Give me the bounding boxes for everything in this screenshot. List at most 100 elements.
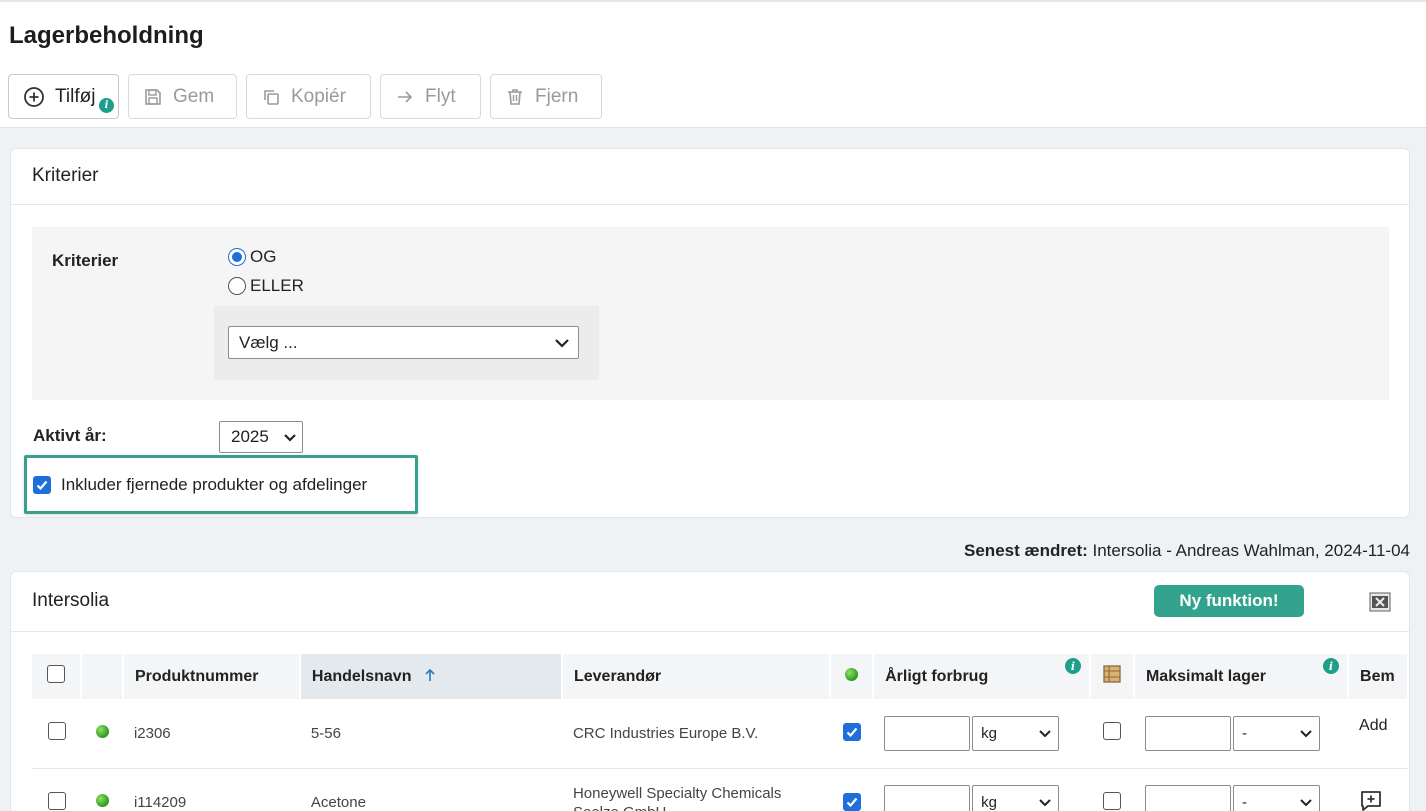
storage-checkbox[interactable]: [1102, 791, 1121, 810]
criteria-select-value: Vælg ...: [239, 332, 298, 352]
active-year-value: 2025: [231, 427, 269, 446]
move-button[interactable]: Flyt: [380, 74, 481, 119]
remarks-header[interactable]: Bem: [1348, 654, 1409, 699]
annual-usage-input[interactable]: [884, 785, 971, 811]
info-icon: i: [99, 98, 114, 113]
include-removed-option[interactable]: Inkluder fjernede produkter og afdelinge…: [24, 455, 418, 514]
copy-icon: [264, 89, 279, 105]
check-icon: [846, 728, 858, 738]
storage-checkbox[interactable]: [1102, 722, 1121, 741]
status-dot-icon: [95, 794, 109, 807]
add-comment-icon[interactable]: [1359, 789, 1383, 811]
max-stock-unit-select[interactable]: -: [1232, 715, 1320, 751]
remove-button[interactable]: Fjern: [490, 74, 602, 119]
remarks-cell[interactable]: Add: [1348, 699, 1408, 769]
criteria-card-title: Kriterier: [11, 149, 1409, 205]
supplier-cell: CRC Industries Europe B.V.: [561, 699, 831, 769]
max-stock-cell: -: [1133, 699, 1349, 769]
remove-button-label: Fjern: [535, 85, 579, 107]
product-number-header[interactable]: Produktnummer: [122, 654, 301, 699]
active-checkbox[interactable]: [842, 723, 861, 742]
max-stock-unit-select[interactable]: -: [1232, 785, 1320, 811]
chevron-down-icon: [555, 338, 569, 348]
status-header: [81, 654, 124, 699]
max-stock-input[interactable]: [1144, 715, 1231, 751]
annual-usage-header[interactable]: Årligt forbrug i: [873, 654, 1091, 699]
copy-button-label: Kopiér: [291, 85, 346, 107]
criteria-label: Kriterier: [52, 251, 119, 270]
active-year-label: Aktivt år:: [33, 426, 107, 445]
trade-name-header-label: Handelsnavn: [311, 667, 412, 685]
row-select-cell: [32, 699, 82, 769]
table-row[interactable]: i2306 5-56 CRC Industries Europe B.V. kg…: [32, 699, 1408, 769]
plus-circle-icon: [24, 86, 44, 107]
criteria-select-panel: Vælg ...: [214, 306, 599, 380]
check-icon: [36, 480, 48, 490]
chevron-down-icon: [1300, 799, 1312, 807]
table-row[interactable]: i114209 Acetone Honeywell Specialty Chem…: [32, 768, 1408, 811]
row-checkbox[interactable]: [47, 722, 66, 741]
include-removed-label: Inkluder fjernede produkter og afdelinge…: [61, 474, 368, 494]
trade-name-cell[interactable]: Acetone: [299, 768, 562, 811]
active-checkbox[interactable]: [842, 792, 861, 811]
trade-name-header[interactable]: Handelsnavn: [299, 654, 563, 699]
chevron-down-icon: [284, 433, 296, 442]
status-cell: [81, 699, 123, 769]
chevron-down-icon: [1300, 730, 1312, 738]
annual-usage-cell: kg: [873, 768, 1090, 811]
max-stock-cell: -: [1133, 768, 1349, 811]
radio-and-control[interactable]: [228, 248, 246, 266]
max-stock-header[interactable]: Maksimalt lager i: [1133, 654, 1350, 699]
inventory-table: Produktnummer Handelsnavn Leverandør Årl…: [32, 654, 1409, 811]
radio-and[interactable]: OG: [228, 247, 276, 267]
top-bar: Lagerbeholdning Tilføj i Gem Kopiér Flyt…: [0, 0, 1426, 128]
status-dot-icon: [95, 724, 109, 738]
annual-usage-input[interactable]: [884, 715, 971, 751]
supplier-header[interactable]: Leverandør: [561, 654, 832, 699]
supplier-cell: Honeywell Specialty ChemicalsSeelze GmbH: [561, 768, 831, 811]
new-feature-button[interactable]: Ny funktion!: [1154, 585, 1304, 617]
active-cell: [830, 768, 874, 811]
status-cell: [81, 768, 123, 811]
radio-or-control[interactable]: [228, 277, 246, 295]
max-stock-header-label: Maksimalt lager: [1145, 667, 1267, 685]
unit-value: -: [1241, 724, 1247, 742]
add-button-label: Tilføj: [55, 85, 96, 107]
storage-box-icon: [1103, 665, 1121, 683]
unit-value: kg: [981, 724, 997, 742]
sort-ascending-icon: [425, 668, 435, 681]
include-removed-checkbox[interactable]: [33, 475, 51, 494]
status-dot-icon: [845, 667, 859, 681]
active-cell: [830, 699, 874, 769]
criteria-panel: Kriterier OG ELLER Vælg ...: [32, 227, 1389, 400]
unit-value: kg: [981, 794, 997, 811]
inventory-card: Intersolia Ny funktion! Produktnummer Ha…: [10, 571, 1410, 811]
radio-and-label: OG: [250, 247, 277, 266]
storage-cell: [1089, 768, 1134, 811]
row-checkbox[interactable]: [47, 791, 66, 810]
annual-usage-unit-select[interactable]: kg: [972, 785, 1060, 811]
select-all-checkbox[interactable]: [47, 665, 66, 683]
chevron-down-icon: [1039, 730, 1051, 738]
supplier-line: Seelze GmbH: [573, 803, 819, 811]
add-button[interactable]: Tilføj i: [8, 74, 119, 119]
storage-header: [1089, 654, 1135, 699]
radio-or-label: ELLER: [250, 276, 304, 295]
info-icon[interactable]: i: [1064, 658, 1081, 674]
active-year-select[interactable]: 2025: [219, 421, 303, 453]
remarks-cell: [1348, 768, 1408, 811]
annual-usage-unit-select[interactable]: kg: [972, 715, 1060, 751]
chevron-down-icon: [1039, 799, 1051, 807]
page-title: Lagerbeholdning: [9, 22, 204, 49]
save-button[interactable]: Gem: [128, 74, 237, 119]
excel-export-icon[interactable]: [1369, 592, 1391, 612]
max-stock-input[interactable]: [1144, 785, 1231, 811]
copy-button[interactable]: Kopiér: [246, 74, 371, 119]
last-changed-value: Intersolia - Andreas Wahlman, 2024-11-04: [1087, 541, 1410, 560]
info-icon[interactable]: i: [1323, 658, 1340, 674]
radio-or[interactable]: ELLER: [228, 276, 304, 296]
criteria-card: Kriterier Kriterier OG ELLER Vælg ... Ak…: [10, 148, 1410, 518]
supplier-line: Honeywell Specialty Chemicals: [572, 784, 782, 802]
criteria-select[interactable]: Vælg ...: [228, 326, 579, 359]
trade-name-cell[interactable]: 5-56: [299, 699, 562, 769]
